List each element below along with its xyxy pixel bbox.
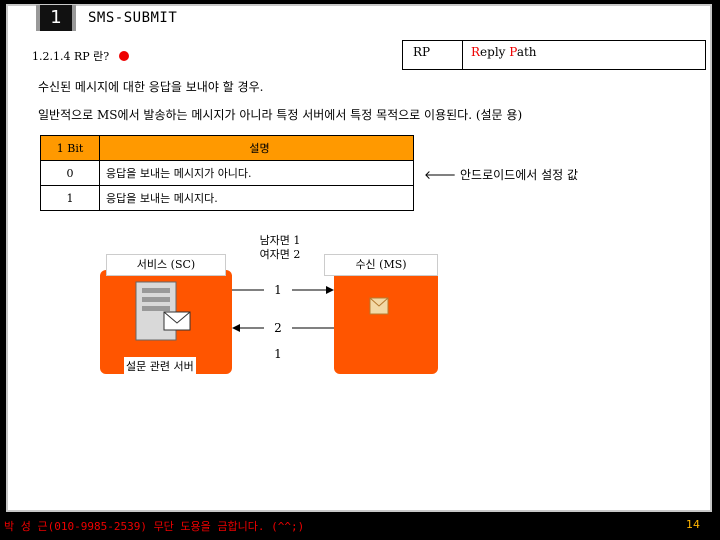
red-dot-icon xyxy=(118,51,129,61)
row-desc: 응답을 보내는 메시지다. xyxy=(99,185,414,211)
receiver-label: 수신 (MS) xyxy=(324,254,438,276)
table-row: 0 응답을 보내는 메시지가 아니다. xyxy=(40,160,414,186)
row-desc: 응답을 보내는 메시지가 아니다. xyxy=(99,160,414,186)
slide-title: SMS-SUBMIT xyxy=(88,10,178,26)
mobile-station-box xyxy=(334,270,438,374)
server-label: 설문 관련 서버 xyxy=(124,357,196,375)
arrow-1-label: 1 xyxy=(264,280,292,300)
description-line-1: 수신된 메시지에 대한 응답을 보내야 할 경우. xyxy=(38,80,264,94)
gender-male: 남자면 1 xyxy=(259,234,301,247)
rp-full-r: R xyxy=(471,45,481,59)
rp-full-rest: ath xyxy=(516,45,537,59)
envelope-icon xyxy=(369,297,389,315)
header-bit: 1 Bit xyxy=(40,135,100,161)
section-heading: 1.2.1.4 RP 란? xyxy=(32,48,129,64)
rp-definition-table: RP Reply Path xyxy=(402,40,706,70)
row-bit: 1 xyxy=(40,185,100,211)
footer-author: 박 성 근(010-9985-2539) 무단 도용을 금합니다. (^^;) xyxy=(4,520,305,533)
description-line-2: 일반적으로 MS에서 발송하는 메시지가 아니라 특정 서버에서 특정 목적으로… xyxy=(38,108,523,122)
section-text: 1.2.1.4 RP 란? xyxy=(32,50,110,63)
rp-full-mid: eply xyxy=(480,45,510,59)
row-bit: 0 xyxy=(40,160,100,186)
service-label: 서비스 (SC) xyxy=(106,254,226,276)
bit-table-header: 1 Bit 설명 xyxy=(40,135,414,161)
reply-value: 1 xyxy=(266,344,290,364)
rp-full: Reply Path xyxy=(463,41,705,69)
gender-female: 여자면 2 xyxy=(259,248,301,261)
header-desc: 설명 xyxy=(99,135,414,161)
bit-table: 1 Bit 설명 0 응답을 보내는 메시지가 아니다. 1 응답을 보내는 메… xyxy=(40,135,414,211)
slide-number: 1 xyxy=(36,5,76,31)
rp-abbr: RP xyxy=(403,41,463,69)
gender-note: 남자면 1 여자면 2 xyxy=(246,234,314,262)
arrow-2-label: 2 xyxy=(264,318,292,338)
rp-full-p: P xyxy=(509,45,517,59)
table-row: 1 응답을 보내는 메시지다. xyxy=(40,185,414,211)
page-number: 14 xyxy=(686,518,700,531)
android-note: 🡐 안드로이드에서 설정 값 xyxy=(424,168,579,182)
